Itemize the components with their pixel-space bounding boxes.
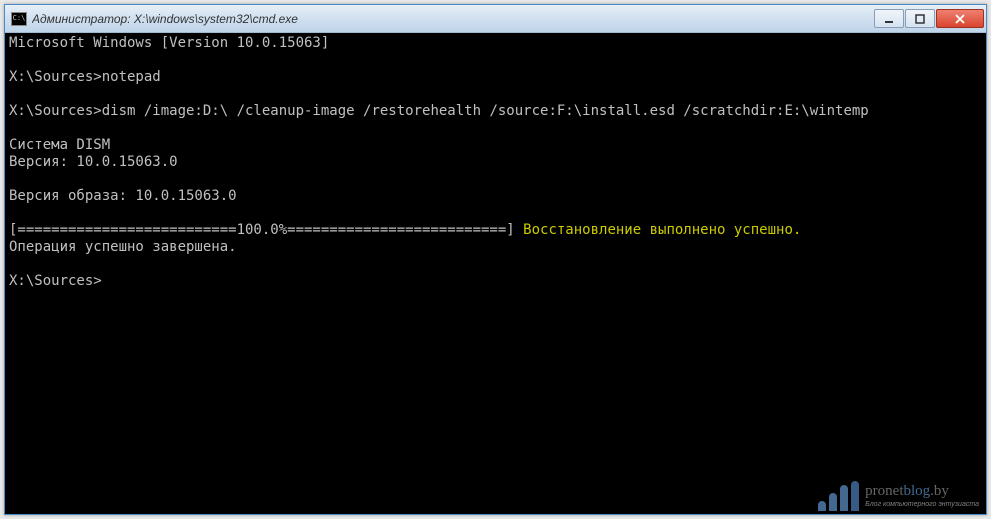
watermark-brand-b: blog: [904, 483, 931, 499]
window-controls: [874, 9, 984, 28]
watermark-brand-c: .by: [930, 483, 949, 499]
completion-message: Операция успешно завершена.: [9, 239, 237, 255]
maximize-button[interactable]: [905, 9, 935, 28]
terminal-output[interactable]: Microsoft Windows [Version 10.0.15063] X…: [5, 33, 986, 514]
prompt: X:\Sources>: [9, 103, 102, 119]
cmd-window: C:\ Администратор: X:\windows\system32\c…: [4, 4, 987, 515]
command-text: notepad: [102, 69, 161, 85]
command-text: dism /image:D:\ /cleanup-image /restoreh…: [102, 103, 869, 119]
minimize-button[interactable]: [874, 9, 904, 28]
watermark-brand-a: pronet: [865, 483, 903, 499]
window-title: Администратор: X:\windows\system32\cmd.e…: [32, 12, 874, 26]
dism-header: Cистема DISM: [9, 137, 110, 153]
dism-version: Версия: 10.0.15063.0: [9, 154, 178, 170]
watermark-text: pronetblog.by Блог компьютерного энтузиа…: [865, 484, 979, 508]
image-version: Версия образа: 10.0.15063.0: [9, 188, 237, 204]
cmd-icon: C:\: [11, 12, 27, 26]
watermark: pronetblog.by Блог компьютерного энтузиа…: [818, 481, 979, 511]
progress-bar: [==========================100.0%=======…: [9, 222, 523, 238]
watermark-subtitle: Блог компьютерного энтузиаста: [865, 501, 979, 508]
close-button[interactable]: [936, 9, 984, 28]
prompt: X:\Sources>: [9, 273, 102, 289]
prompt: X:\Sources>: [9, 69, 102, 85]
watermark-logo-icon: [818, 481, 859, 511]
version-line: Microsoft Windows [Version 10.0.15063]: [9, 35, 329, 51]
progress-status: Восстановление выполнено успешно.: [523, 222, 801, 238]
titlebar[interactable]: C:\ Администратор: X:\windows\system32\c…: [5, 5, 986, 33]
